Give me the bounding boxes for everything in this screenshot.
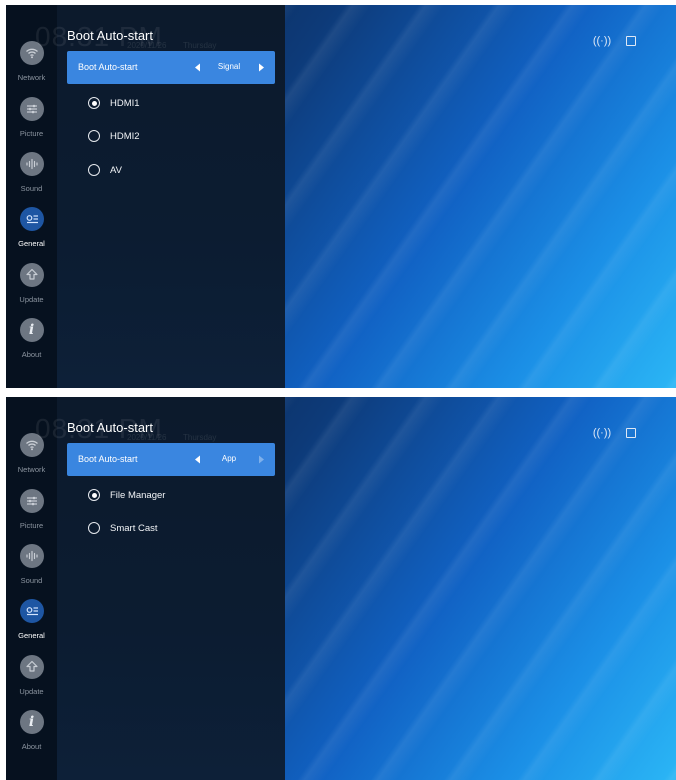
sidebar-item-label: Update — [19, 295, 44, 304]
sidebar-item-label: Network — [17, 465, 46, 474]
page-title: Boot Auto-start — [67, 28, 153, 43]
option-hdmi1[interactable]: HDMI1 — [88, 95, 140, 111]
selector-value: Signal — [217, 62, 241, 71]
radio-unselected-icon[interactable] — [88, 164, 100, 176]
radio-unselected-icon[interactable] — [88, 522, 100, 534]
arrow-right-icon[interactable] — [255, 453, 267, 465]
general-settings-icon — [19, 599, 44, 623]
arrow-left-icon[interactable] — [191, 453, 203, 465]
option-label: HDMI2 — [110, 130, 140, 142]
status-bar: ((·)) — [592, 35, 636, 47]
boot-autostart-selector[interactable]: Boot Auto-start App — [67, 443, 275, 476]
sidebar-item-label: Update — [19, 687, 44, 696]
sidebar-item-update[interactable]: Update — [6, 655, 57, 705]
sound-wave-icon — [19, 544, 44, 568]
selector-value: App — [221, 454, 237, 463]
radio-selected-icon[interactable] — [88, 97, 100, 109]
sidebar-item-sound[interactable]: Sound — [6, 544, 57, 594]
screen-cast-icon — [626, 36, 636, 46]
option-label: Smart Cast — [110, 522, 158, 534]
arrow-left-icon[interactable] — [191, 61, 203, 73]
sidebar-item-label: About — [21, 742, 42, 751]
sidebar-item-general[interactable]: General — [6, 207, 57, 257]
settings-sidebar: Network Picture Sound General Update i A… — [6, 5, 57, 388]
radio-unselected-icon[interactable] — [88, 130, 100, 142]
screen-cast-icon — [626, 428, 636, 438]
settings-sidebar: Network Picture Sound General Update i A… — [6, 397, 57, 780]
sound-wave-icon — [19, 152, 44, 176]
sidebar-item-about[interactable]: i About — [6, 710, 57, 760]
arrow-right-icon[interactable] — [255, 61, 267, 73]
option-file-manager[interactable]: File Manager — [88, 487, 165, 503]
hotspot-icon: ((·)) — [592, 35, 612, 47]
sidebar-item-label: Picture — [19, 521, 44, 530]
page-title: Boot Auto-start — [67, 420, 153, 435]
sidebar-item-label: Picture — [19, 129, 44, 138]
option-label: AV — [110, 164, 122, 176]
sidebar-item-label: Sound — [20, 576, 43, 585]
option-av[interactable]: AV — [88, 162, 122, 178]
option-label: File Manager — [110, 489, 166, 501]
option-label: HDMI1 — [110, 97, 140, 109]
sidebar-item-picture[interactable]: Picture — [6, 489, 57, 539]
sidebar-item-sound[interactable]: Sound — [6, 152, 57, 202]
update-arrow-icon — [19, 263, 44, 287]
option-hdmi2[interactable]: HDMI2 — [88, 128, 140, 144]
sidebar-item-label: General — [18, 631, 45, 640]
about-info-icon: i — [19, 318, 44, 342]
sidebar-item-label: General — [18, 239, 45, 248]
sidebar-item-label: Network — [17, 73, 46, 82]
selector-label: Boot Auto-start — [78, 454, 138, 464]
general-settings-icon — [19, 207, 44, 231]
about-info-icon: i — [19, 710, 44, 734]
radio-selected-icon[interactable] — [88, 489, 100, 501]
status-bar: ((·)) — [592, 427, 636, 439]
sidebar-item-update[interactable]: Update — [6, 263, 57, 313]
selector-label: Boot Auto-start — [78, 62, 138, 72]
boot-autostart-selector[interactable]: Boot Auto-start Signal — [67, 51, 275, 84]
hotspot-icon: ((·)) — [592, 427, 612, 439]
sidebar-item-general[interactable]: General — [6, 599, 57, 649]
update-arrow-icon — [19, 655, 44, 679]
sidebar-item-picture[interactable]: Picture — [6, 97, 57, 147]
clock-day: Thursday — [183, 41, 217, 50]
option-smart-cast[interactable]: Smart Cast — [88, 520, 158, 536]
sidebar-item-label: About — [21, 350, 42, 359]
picture-sliders-icon — [19, 489, 44, 513]
clock-day: Thursday — [183, 433, 217, 442]
tv-settings-screen-signal: ((·)) Network Picture Sound General Upda… — [6, 5, 676, 388]
picture-sliders-icon — [19, 97, 44, 121]
sidebar-item-about[interactable]: i About — [6, 318, 57, 368]
sidebar-item-label: Sound — [20, 184, 43, 193]
tv-settings-screen-app: ((·)) Network Picture Sound General Upda… — [6, 397, 676, 780]
